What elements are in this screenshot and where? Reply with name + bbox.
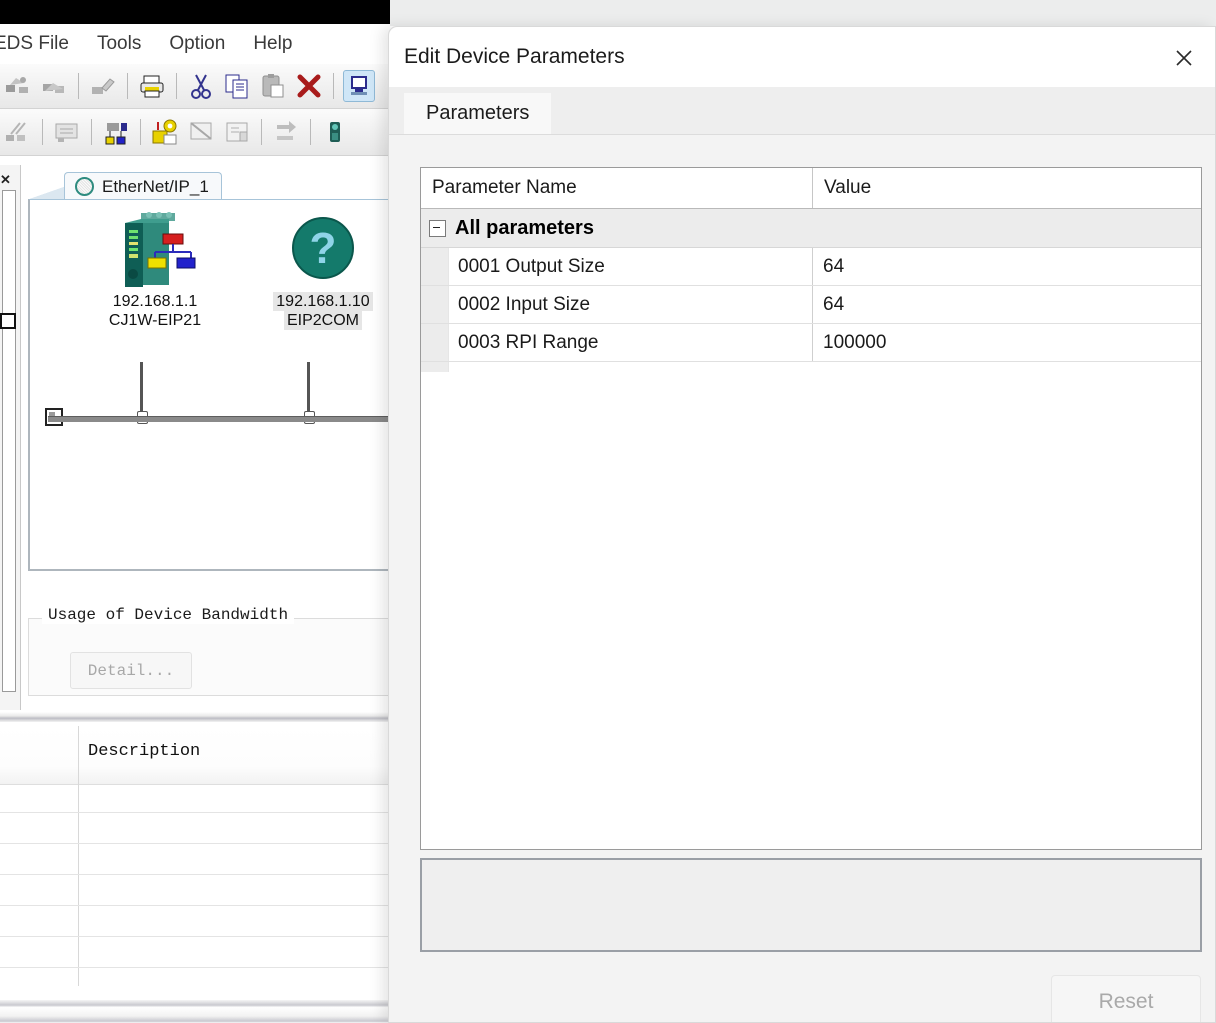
toolbar-separator: [127, 73, 128, 99]
network-tab-label: EtherNet/IP_1: [102, 176, 209, 196]
description-column-divider: [78, 726, 79, 986]
toolbar-separator: [310, 119, 311, 145]
device-ip-label: 192.168.1.1: [112, 293, 198, 310]
parameters-grid-header: Parameter Name Value: [421, 168, 1201, 209]
network-edit-icon[interactable]: [88, 71, 118, 101]
panel-splitter[interactable]: [0, 712, 390, 722]
dialog-title-bar: Edit Device Parameters: [389, 27, 1215, 87]
parameter-group-row[interactable]: All parameters: [421, 209, 1201, 248]
menu-item-tools[interactable]: Tools: [83, 31, 155, 57]
network-config-icon[interactable]: [101, 117, 131, 147]
parameter-value-cell[interactable]: 100000: [813, 324, 1201, 361]
copy-icon[interactable]: [222, 71, 252, 101]
parameter-value-cell[interactable]: 64: [813, 248, 1201, 285]
menu-item-option[interactable]: Option: [155, 31, 239, 57]
print-icon[interactable]: [137, 71, 167, 101]
dialog-tab-strip: Parameters: [389, 87, 1215, 135]
reset-button[interactable]: Reset: [1051, 975, 1201, 1022]
list-row-separator: [0, 905, 390, 906]
row-indent: [421, 248, 449, 285]
network-configuration-panel: EtherNet/IP_1 192.168.1.1 CJ1W-EIP21 ? 1…: [22, 170, 390, 605]
network-tab-strip: EtherNet/IP_1: [22, 170, 390, 201]
table-row[interactable]: 0002 Input Size 64: [421, 286, 1201, 324]
row-indent: [421, 286, 449, 323]
bandwidth-detail-button[interactable]: Detail...: [70, 652, 192, 689]
toolbar-secondary: [0, 109, 390, 156]
unknown-device-question-icon: ?: [292, 217, 354, 279]
bandwidth-group-legend: Usage of Device Bandwidth: [42, 606, 295, 624]
window-chrome-strip: [390, 0, 1216, 26]
toolbar-primary: [0, 64, 390, 109]
network-bus-line: [48, 416, 388, 422]
toolbar-separator: [140, 119, 141, 145]
device-stem: [307, 362, 310, 416]
network-upload-icon[interactable]: [3, 71, 33, 101]
device-node-eip2com[interactable]: ? 192.168.1.10 EIP2COM: [258, 210, 388, 330]
device-list-icon[interactable]: [52, 117, 82, 147]
parameter-description-panel: [420, 858, 1202, 952]
column-header-value[interactable]: Value: [813, 168, 1201, 208]
desktop-backdrop: [0, 0, 390, 24]
plc-module-icon: [125, 212, 196, 287]
list-row-separator: [0, 812, 390, 813]
device-properties-icon[interactable]: [343, 70, 375, 102]
row-indent: [421, 324, 449, 361]
network-connect-icon[interactable]: [3, 117, 33, 147]
close-icon[interactable]: [1163, 41, 1205, 75]
cut-icon[interactable]: [186, 71, 216, 101]
left-dock-tree-node[interactable]: [0, 313, 16, 329]
dialog-title: Edit Device Parameters: [404, 45, 625, 68]
parameter-group-label: All parameters: [455, 216, 594, 239]
edit-device-parameters-dialog: Edit Device Parameters Parameters Parame…: [388, 26, 1216, 1023]
network-download-icon[interactable]: [39, 71, 69, 101]
parameter-value-cell[interactable]: 64: [813, 286, 1201, 323]
description-column-header: Description: [88, 742, 201, 761]
menu-bar: EDS File Tools Option Help: [0, 24, 390, 64]
network-ring-icon: [75, 177, 94, 196]
device-model-label: EIP2COM: [283, 311, 362, 330]
save-device-icon[interactable]: [222, 117, 252, 147]
collapse-minus-icon[interactable]: [429, 219, 446, 237]
list-row-separator: [0, 874, 390, 875]
download-device-icon[interactable]: [271, 117, 301, 147]
toolbar-separator: [333, 73, 334, 99]
description-list[interactable]: Description: [0, 726, 390, 996]
paste-icon[interactable]: [258, 71, 288, 101]
table-row[interactable]: 0001 Output Size 64: [421, 248, 1201, 286]
parameter-name-cell: 0001 Output Size: [449, 248, 813, 285]
device-model-label: CJ1W-EIP21: [108, 312, 202, 329]
device-stem: [140, 362, 143, 416]
toolbar-separator: [91, 119, 92, 145]
left-dock-close-icon[interactable]: ✕: [0, 172, 11, 188]
status-bar-divider: [0, 1000, 390, 1023]
parameters-grid[interactable]: Parameter Name Value All parameters 0001…: [420, 167, 1202, 850]
delete-icon[interactable]: [294, 71, 324, 101]
list-row-separator: [0, 936, 390, 937]
grid-empty-area: [421, 362, 449, 372]
menu-item-help[interactable]: Help: [239, 31, 306, 57]
toolbar-separator: [261, 119, 262, 145]
table-row[interactable]: 0003 RPI Range 100000: [421, 324, 1201, 362]
menu-item-eds-file[interactable]: EDS File: [0, 31, 83, 57]
device-ip-label: 192.168.1.10: [273, 292, 373, 311]
toolbar-separator: [176, 73, 177, 99]
device-monitor-icon[interactable]: [320, 117, 350, 147]
device-node-cj1w-eip21[interactable]: 192.168.1.1 CJ1W-EIP21: [90, 210, 220, 330]
list-row-separator: [0, 967, 390, 968]
left-dock-tree[interactable]: [2, 190, 16, 692]
network-tab-ethernetip[interactable]: EtherNet/IP_1: [64, 172, 222, 200]
column-header-parameter-name[interactable]: Parameter Name: [421, 168, 813, 208]
monitor-disabled-icon[interactable]: [186, 117, 216, 147]
svg-text:?: ?: [310, 224, 337, 273]
network-diagram-canvas[interactable]: 192.168.1.1 CJ1W-EIP21 ? 192.168.1.10 EI…: [28, 199, 390, 571]
parameter-name-cell: 0003 RPI Range: [449, 324, 813, 361]
toolbar-separator: [78, 73, 79, 99]
parameter-edit-icon[interactable]: [150, 117, 180, 147]
parameter-name-cell: 0002 Input Size: [449, 286, 813, 323]
toolbar-separator: [42, 119, 43, 145]
list-row-separator: [0, 843, 390, 844]
tab-parameters[interactable]: Parameters: [404, 93, 552, 134]
